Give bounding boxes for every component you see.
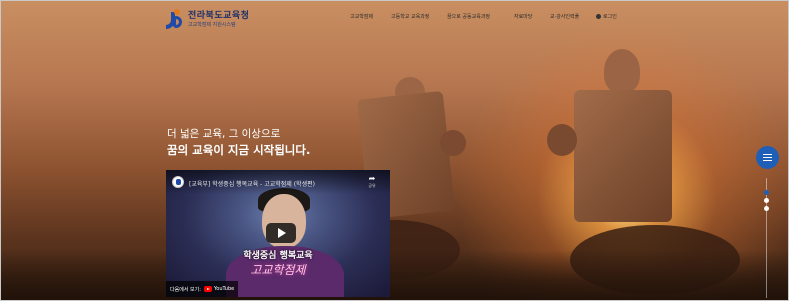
video-promo-text-1: 학생중심 행복교육 bbox=[243, 251, 313, 261]
channel-avatar[interactable] bbox=[172, 176, 184, 188]
right-puzzle-piece bbox=[574, 90, 672, 222]
menu-button[interactable] bbox=[756, 146, 779, 169]
nav-item-resources[interactable]: 자료마당 bbox=[514, 13, 532, 20]
tree-silhouette bbox=[0, 250, 789, 301]
right-puzzle-tab bbox=[547, 124, 577, 156]
youtube-label: YouTube bbox=[213, 286, 235, 292]
watch-on-label: 다음에서 보기: bbox=[170, 286, 201, 293]
hero-line-2: 꿈의 교육이 지금 시작됩니다. bbox=[167, 143, 311, 157]
youtube-icon bbox=[203, 286, 212, 292]
nav-item-highschool-curriculum[interactable]: 고등학교 교육과정 bbox=[391, 13, 429, 20]
menu-icon-bar bbox=[763, 154, 772, 156]
share-icon: ➦ bbox=[368, 174, 376, 183]
hero-headline: 더 넓은 교육, 그 이상으로 꿈의 교육이 지금 시작됩니다. bbox=[167, 127, 310, 160]
pager-track bbox=[766, 178, 767, 298]
logo-title: 전라북도교육청 bbox=[188, 11, 250, 21]
share-label: 공유 bbox=[368, 183, 376, 188]
hero-line-1: 더 넓은 교육, 그 이상으로 bbox=[167, 128, 281, 140]
hero-background bbox=[0, 0, 789, 301]
menu-icon-bar bbox=[763, 157, 772, 159]
share-button[interactable]: ➦ 공유 bbox=[366, 175, 378, 189]
site-logo[interactable]: 전라북도교육청 고교학점제 지원시스템 bbox=[166, 9, 249, 31]
nav-item-joint-curriculum[interactable]: 꿈으로 공동교육과정 bbox=[447, 13, 490, 20]
logo-subtitle: 고교학점제 지원시스템 bbox=[188, 22, 236, 28]
left-puzzle-tab bbox=[440, 130, 466, 156]
youtube-video-embed[interactable]: [교육부] 학생중심 행복교육 - 고교학점제 (학생편) ➦ 공유 학생중심 … bbox=[166, 170, 390, 297]
menu-icon-bar bbox=[763, 160, 772, 162]
logo-icon bbox=[166, 9, 184, 31]
pager-dot-1[interactable] bbox=[764, 190, 769, 195]
video-title[interactable]: [교육부] 학생중심 행복교육 - 고교학점제 (학생편) bbox=[189, 179, 315, 188]
nav-item-login[interactable]: 로그인 bbox=[596, 13, 617, 20]
user-icon bbox=[596, 14, 601, 19]
play-button[interactable] bbox=[266, 223, 296, 243]
nav-item-credit-system[interactable]: 고교학점제 bbox=[350, 13, 373, 20]
right-puzzle-knob bbox=[604, 49, 640, 93]
video-promo-text-2: 고교학점제 bbox=[250, 263, 306, 277]
pager-dot-3[interactable] bbox=[764, 206, 769, 211]
nav-item-instructor-pool[interactable]: 교·강사인력풀 bbox=[550, 13, 579, 20]
watch-on-youtube-button[interactable]: 다음에서 보기: YouTube bbox=[166, 281, 239, 297]
pager-dot-2[interactable] bbox=[764, 198, 769, 203]
login-label: 로그인 bbox=[603, 14, 617, 20]
